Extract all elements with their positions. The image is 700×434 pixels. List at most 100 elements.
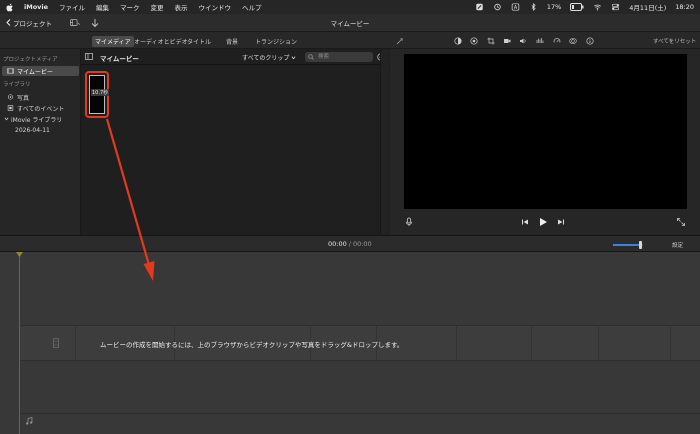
browser-tabs: マイメディア オーディオとビデオ タイトル 背景 トランジション: [0, 32, 390, 49]
menubar-time[interactable]: 18:20: [675, 3, 694, 11]
sidebar-item-label: すべてのイベント: [17, 105, 65, 113]
browser-scrollbar[interactable]: [380, 50, 389, 234]
total-time: 00:00: [352, 240, 372, 248]
reset-all-button[interactable]: すべてをリセット: [653, 37, 696, 45]
audio-track-divider: [20, 413, 700, 414]
clip-filter-icon[interactable]: [569, 37, 577, 45]
script-editor-icon[interactable]: [475, 3, 484, 11]
sidebar-toggle-icon[interactable]: [85, 53, 93, 60]
events-icon: [7, 105, 14, 111]
noise-reduction-icon[interactable]: [536, 37, 544, 45]
menu-mark[interactable]: マーク: [120, 2, 140, 12]
menu-window[interactable]: ウインドウ: [199, 2, 232, 12]
apple-icon[interactable]: [6, 3, 14, 12]
menu-modify[interactable]: 変更: [151, 2, 164, 12]
zoom-slider-fill: [613, 244, 640, 246]
menubar-date[interactable]: 4月11日(土): [629, 2, 666, 12]
chevron-left-icon: [6, 19, 11, 26]
battery-percentage: 17%: [546, 3, 562, 11]
timeline-header: 00:00/00:00 設定: [0, 235, 700, 252]
control-center-icon[interactable]: [611, 3, 620, 11]
play-icon[interactable]: [538, 217, 548, 227]
skip-forward-icon[interactable]: [556, 217, 566, 227]
photos-icon: [7, 94, 14, 100]
timeline-empty-message: ムービーの作成を開始するには、上のブラウザからビデオクリップや写真をドラッグ&ド…: [100, 341, 404, 349]
menu-help[interactable]: ヘルプ: [242, 2, 262, 12]
project-media-header: プロジェクトメディア: [3, 57, 58, 63]
tab-my-media[interactable]: マイメディア: [92, 36, 134, 47]
menu-file[interactable]: ファイル: [59, 2, 85, 12]
battery-icon[interactable]: [570, 3, 584, 11]
bluetooth-icon[interactable]: [529, 3, 538, 11]
clip-highlight: 10.7秒: [85, 71, 110, 118]
zoom-slider-handle[interactable]: [639, 241, 642, 249]
sidebar-item-label: 写真: [17, 94, 30, 102]
stabilization-icon[interactable]: [503, 37, 511, 45]
browser-header: マイムービー すべてのクリップ 検索: [81, 49, 390, 65]
fullscreen-icon[interactable]: [676, 217, 686, 227]
clip-filter-label: すべてのクリップ: [242, 55, 290, 62]
timecode: 00:00/00:00: [328, 240, 372, 248]
sidebar-item-photos[interactable]: 写真: [2, 92, 79, 102]
viewer-adjustment-bar: すべてをリセット: [390, 32, 700, 49]
library-sidebar: プロジェクトメディア マイムービー ライブラリ 写真 すべてのイベント iMov…: [0, 49, 81, 235]
music-note-icon: [26, 417, 33, 425]
tab-backgrounds[interactable]: 背景: [223, 36, 241, 47]
sidebar-item-my-movie[interactable]: マイムービー: [2, 66, 79, 76]
skip-back-icon[interactable]: [520, 217, 530, 227]
sidebar-item-library[interactable]: iMovie ライブラリ: [2, 114, 79, 124]
sidebar-item-label: マイムービー: [17, 68, 53, 76]
back-label: プロジェクト: [13, 19, 52, 28]
time-machine-icon[interactable]: [493, 3, 502, 11]
video-clip-thumbnail[interactable]: 10.7秒: [89, 75, 110, 114]
wifi-icon[interactable]: [593, 3, 602, 11]
menu-view[interactable]: 表示: [175, 2, 188, 12]
library-header: ライブラリ: [3, 82, 31, 88]
clip-filter-dropdown[interactable]: すべてのクリップ: [242, 53, 296, 62]
menu-edit[interactable]: 編集: [96, 2, 109, 12]
magic-wand-icon[interactable]: [396, 37, 404, 45]
sidebar-item-label: 2026-04-11: [15, 126, 50, 134]
volume-icon[interactable]: [519, 37, 527, 45]
tab-transitions[interactable]: トランジション: [252, 36, 300, 47]
storyline-divider: [456, 326, 457, 362]
color-correction-icon[interactable]: [470, 37, 478, 45]
search-icon: [308, 54, 314, 60]
tab-audio-video[interactable]: オーディオとビデオ: [131, 36, 191, 47]
disclosure-down-icon[interactable]: [4, 116, 9, 122]
current-time: 00:00: [328, 240, 347, 248]
storyline-divider: [531, 326, 532, 362]
project-title: マイムービー: [330, 19, 370, 28]
media-browser: マイムービー すべてのクリップ 検索: [81, 49, 390, 235]
timeline-zoom-slider[interactable]: [613, 241, 643, 249]
media-import-layout-icon[interactable]: [70, 18, 80, 28]
timecode-separator: /: [348, 240, 351, 248]
video-preview[interactable]: [404, 54, 687, 209]
clip-duration: 10.7秒: [91, 89, 110, 96]
viewer: [390, 49, 700, 235]
timeline[interactable]: ムービーの作成を開始するには、上のブラウザからビデオクリップや写真をドラッグ&ド…: [0, 252, 700, 434]
timeline-settings-button[interactable]: 設定: [672, 241, 683, 249]
import-arrow-icon[interactable]: [90, 18, 100, 28]
toolbar: プロジェクト マイムービー: [0, 14, 700, 32]
info-icon[interactable]: [586, 37, 594, 45]
crop-icon[interactable]: [487, 37, 495, 45]
storyline-divider: [598, 326, 599, 362]
app-menu[interactable]: iMovie: [24, 3, 48, 11]
sidebar-item-all-events[interactable]: すべてのイベント: [2, 103, 79, 113]
input-source-icon[interactable]: A: [511, 3, 520, 11]
sidebar-item-event[interactable]: 2026-04-11: [2, 125, 79, 135]
speed-icon[interactable]: [553, 37, 561, 45]
back-to-projects-button[interactable]: プロジェクト: [6, 18, 52, 28]
film-strip-icon: [53, 338, 59, 348]
tab-titles[interactable]: タイトル: [184, 36, 214, 47]
search-input[interactable]: 検索: [305, 52, 373, 62]
chevron-down-icon: [291, 56, 296, 60]
microphone-icon[interactable]: [404, 217, 414, 227]
browser-title: マイムービー: [100, 55, 139, 63]
menu-bar: iMovie ファイル 編集 マーク 変更 表示 ウインドウ ヘルプ A 17%…: [0, 0, 700, 14]
storyline-divider: [75, 326, 76, 362]
color-balance-icon[interactable]: [454, 37, 462, 45]
playhead-marker[interactable]: [16, 252, 23, 258]
film-icon: [7, 68, 14, 74]
